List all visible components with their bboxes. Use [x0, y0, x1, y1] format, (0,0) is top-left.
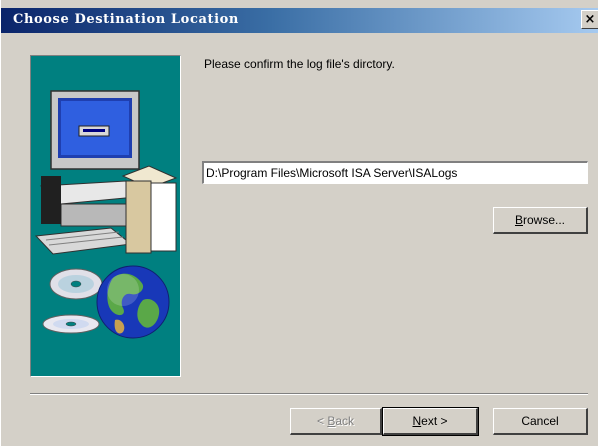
close-button[interactable]: ×	[581, 10, 598, 29]
cancel-button[interactable]: Cancel	[493, 408, 588, 435]
browse-button-label: Browse...	[514, 213, 566, 227]
setup-artwork-panel	[30, 55, 181, 377]
next-button[interactable]: Next >	[382, 407, 479, 436]
cd-disc-icon	[42, 268, 103, 334]
instruction-text: Please confirm the log file's dirctory.	[204, 57, 395, 71]
next-button-label: Next >	[412, 414, 448, 428]
browse-button[interactable]: Browse...	[493, 207, 588, 234]
back-button[interactable]: < Back	[290, 408, 382, 435]
window-title: Choose Destination Location	[13, 12, 239, 27]
footer-divider	[30, 393, 588, 395]
cancel-button-label: Cancel	[521, 414, 559, 428]
back-button-label: < Back	[316, 414, 355, 428]
log-directory-input[interactable]	[202, 161, 588, 184]
setup-dialog: Choose Destination Location × Please con…	[0, 0, 598, 446]
setup-artwork	[34, 90, 178, 339]
title-bar[interactable]: Choose Destination Location ×	[1, 8, 598, 33]
close-icon: ×	[584, 12, 596, 27]
computer-icon	[34, 90, 178, 255]
globe-icon	[96, 265, 170, 339]
